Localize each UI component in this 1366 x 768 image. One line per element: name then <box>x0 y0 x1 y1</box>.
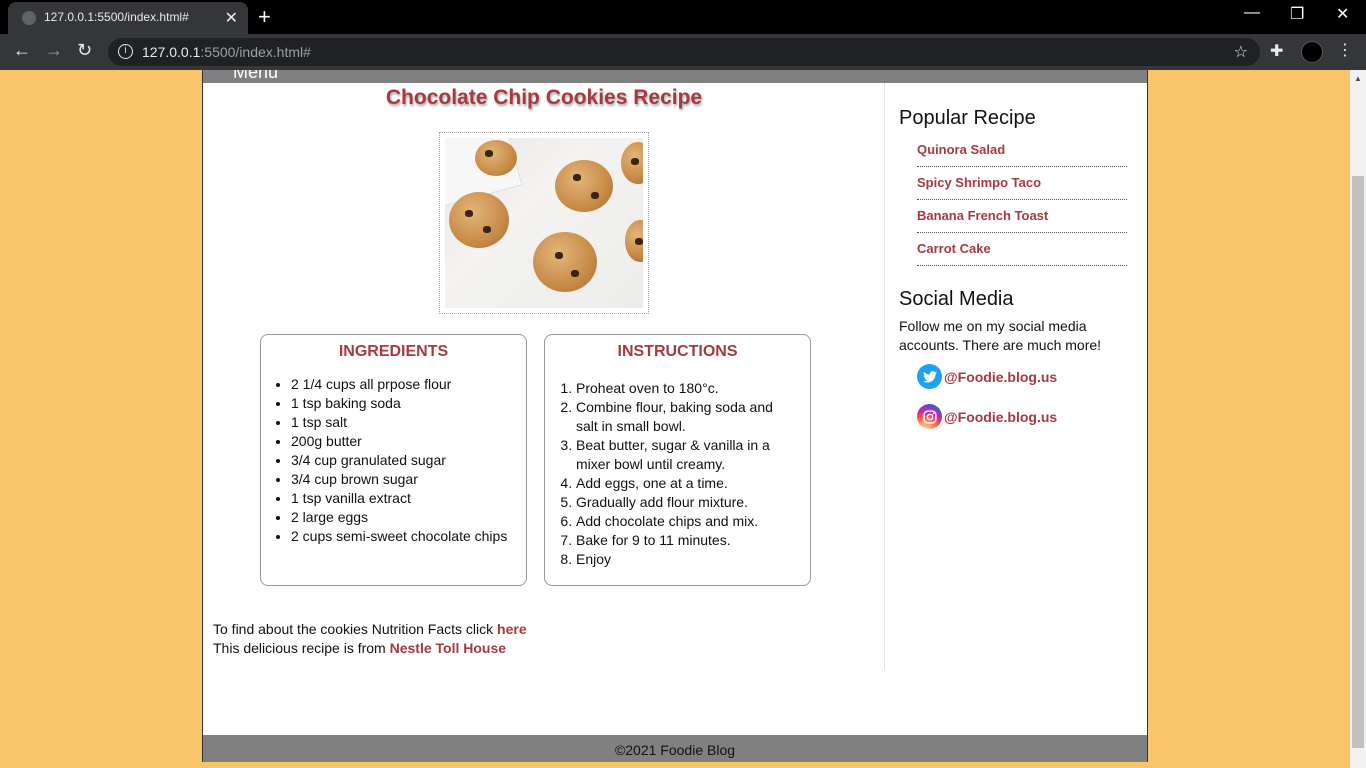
twitter-link[interactable]: @Foodie.blog.us <box>917 364 1139 389</box>
list-item: 3/4 cup granulated sugar <box>291 451 526 470</box>
back-icon[interactable]: ← <box>13 40 31 61</box>
sidebar-divider <box>884 83 885 669</box>
instructions-list: Proheat oven to 180°c. Combine flour, ba… <box>576 379 810 569</box>
list-item: 200g butter <box>291 432 526 451</box>
nav-menu-bar: Menu <box>203 70 1147 83</box>
ingredients-list: 2 1/4 cups all prpose flour 1 tsp baking… <box>291 375 526 546</box>
scroll-up-arrow-icon[interactable]: ▲ <box>1354 74 1362 83</box>
info-icon[interactable]: i <box>118 44 133 59</box>
recipe-link[interactable]: Spicy Shrimpo Taco <box>917 167 1127 200</box>
list-item: 2 cups semi-sweet chocolate chips <box>291 527 526 546</box>
url-text: 127.0.0.1:5500/index.html# <box>142 44 311 60</box>
browser-toolbar: ← → ↻ i 127.0.0.1:5500/index.html# ☆ <box>0 34 1366 70</box>
list-item: 1 tsp baking soda <box>291 394 526 413</box>
list-item: Gradually add flour mixture. <box>576 493 788 512</box>
page-viewport: Menu Chocolate Chip Cookies Recipe INGRE… <box>0 70 1350 768</box>
list-item: 2 1/4 cups all prpose flour <box>291 375 526 394</box>
recipe-footnote: To find about the cookies Nutrition Fact… <box>213 620 527 658</box>
minimize-icon[interactable]: — <box>1244 4 1260 22</box>
list-item: Proheat oven to 180°c. <box>576 379 788 398</box>
nutrition-text: To find about the cookies Nutrition Fact… <box>213 621 498 637</box>
popular-recipe-title: Popular Recipe <box>899 107 1036 129</box>
list-item: 3/4 cup brown sugar <box>291 470 526 489</box>
profile-avatar[interactable] <box>1301 41 1323 63</box>
social-media-text: Follow me on my social media accounts. T… <box>899 318 1102 353</box>
list-item: Add eggs, one at a time. <box>576 474 788 493</box>
forward-icon[interactable]: → <box>45 40 63 61</box>
recipe-link[interactable]: Banana French Toast <box>917 200 1127 233</box>
instructions-heading: INSTRUCTIONS <box>617 343 738 360</box>
restore-icon[interactable]: ❐ <box>1290 4 1304 24</box>
twitter-handle: @Foodie.blog.us <box>944 368 1058 385</box>
nutrition-link[interactable]: here <box>497 621 527 637</box>
footer-text: ©2021 Foodie Blog <box>614 742 736 758</box>
close-window-icon[interactable]: ✕ <box>1336 4 1349 24</box>
reload-icon[interactable]: ↻ <box>77 40 92 61</box>
instagram-handle: @Foodie.blog.us <box>944 408 1058 425</box>
close-tab-icon[interactable]: ✕ <box>225 8 238 28</box>
address-bar[interactable]: i 127.0.0.1:5500/index.html# ☆ <box>108 38 1260 66</box>
tab-title: 127.0.0.1:5500/index.html# <box>44 10 189 24</box>
list-item: 2 large eggs <box>291 508 526 527</box>
tab-strip: 127.0.0.1:5500/index.html# ✕ + — ❐ ✕ <box>0 0 1366 34</box>
twitter-icon <box>917 364 942 389</box>
cookie-photo <box>445 138 643 308</box>
list-item: Beat butter, sugar & vanilla in a mixer … <box>576 436 788 474</box>
sidebar: Popular Recipe Quinora Salad Spicy Shrim… <box>899 83 1139 429</box>
menu-button[interactable]: Menu <box>233 70 278 83</box>
page-container: Menu Chocolate Chip Cookies Recipe INGRE… <box>202 70 1148 762</box>
source-link[interactable]: Nestle Toll House <box>390 640 506 656</box>
recipe-link[interactable]: Quinora Salad <box>917 142 1127 167</box>
page-footer: ©2021 Foodie Blog <box>203 735 1147 762</box>
ingredients-box: INGREDIENTS 2 1/4 cups all prpose flour … <box>260 334 527 586</box>
new-tab-button[interactable]: + <box>258 4 271 30</box>
list-item: 1 tsp salt <box>291 413 526 432</box>
source-text: This delicious recipe is from <box>213 640 390 656</box>
scrollbar-thumb[interactable] <box>1352 176 1364 748</box>
bookmark-star-icon[interactable]: ☆ <box>1234 42 1248 62</box>
list-item: Bake for 9 to 11 minutes. <box>576 531 788 550</box>
instagram-link[interactable]: @Foodie.blog.us <box>917 404 1139 429</box>
list-item: Combine flour, baking soda and salt in s… <box>576 398 788 436</box>
ingredients-heading: INGREDIENTS <box>338 343 449 360</box>
popular-recipe-list: Quinora Salad Spicy Shrimpo Taco Banana … <box>917 142 1127 266</box>
social-media-title: Social Media <box>899 288 1014 310</box>
extensions-icon[interactable]: ✚ <box>1270 41 1283 61</box>
globe-icon <box>22 11 36 25</box>
page-title: Chocolate Chip Cookies Recipe <box>385 86 703 109</box>
list-item: Add chocolate chips and mix. <box>576 512 788 531</box>
list-item: Enjoy <box>576 550 788 569</box>
page-scrollbar[interactable]: ▲ <box>1350 70 1366 768</box>
instagram-icon <box>917 404 942 429</box>
recipe-link[interactable]: Carrot Cake <box>917 233 1127 266</box>
instructions-box: INSTRUCTIONS Proheat oven to 180°c. Comb… <box>544 334 811 586</box>
cookie-photo-frame <box>439 132 649 314</box>
browser-menu-icon[interactable]: ⋮ <box>1337 40 1353 60</box>
browser-tab[interactable]: 127.0.0.1:5500/index.html# ✕ <box>8 2 248 34</box>
list-item: 1 tsp vanilla extract <box>291 489 526 508</box>
